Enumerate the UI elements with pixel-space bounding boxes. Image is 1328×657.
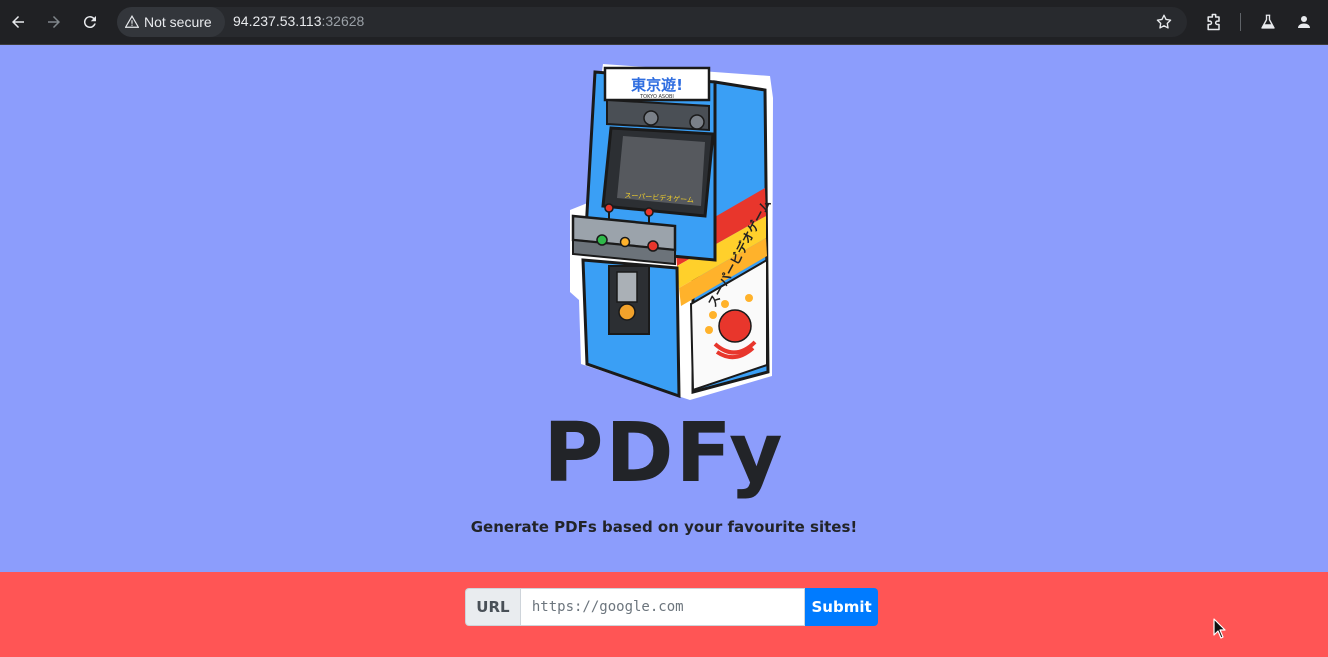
security-label: Not secure	[144, 14, 212, 30]
url-host: 94.237.53.113	[233, 13, 322, 29]
star-icon[interactable]	[1155, 13, 1173, 31]
back-arrow-icon	[12, 16, 24, 28]
forward-button[interactable]	[43, 11, 65, 33]
labs-button[interactable]	[1258, 12, 1278, 32]
arcade-cabinet-logo: スーパービデオゲーム 東京遊! TOKYO ASOBI スーパービデオゲーム	[570, 64, 774, 400]
marquee-subtext: TOKYO ASOBI	[639, 94, 674, 100]
url-port: :32628	[321, 13, 365, 29]
url-form-section: URL Submit	[0, 572, 1328, 657]
address-bar[interactable]: Not secure 94.237.53.113:32628	[117, 7, 1187, 37]
forward-arrow-icon	[48, 16, 60, 28]
labs-flask-icon	[1261, 14, 1275, 29]
profile-icon	[1298, 16, 1310, 28]
url-text[interactable]: 94.237.53.113:32628	[233, 13, 364, 29]
back-button[interactable]	[7, 11, 29, 33]
marquee-text: 東京遊!	[631, 76, 683, 94]
url-form: URL Submit	[465, 588, 878, 626]
security-chip[interactable]: Not secure	[117, 7, 225, 37]
page-title: PDFy	[543, 406, 785, 501]
profile-button[interactable]	[1294, 12, 1314, 32]
extensions-icon	[1207, 13, 1220, 31]
reload-icon	[83, 16, 96, 29]
browser-toolbar: Not secure 94.237.53.113:32628	[0, 0, 1328, 45]
submit-button[interactable]: Submit	[805, 588, 878, 626]
toolbar-divider	[1240, 13, 1241, 31]
extensions-button[interactable]	[1204, 12, 1224, 32]
url-input[interactable]	[519, 588, 806, 626]
hero-section: スーパービデオゲーム 東京遊! TOKYO ASOBI スーパービデオゲーム P…	[0, 46, 1328, 572]
url-label: URL	[465, 588, 520, 626]
mouse-cursor-icon	[1213, 618, 1226, 639]
reload-button[interactable]	[79, 11, 101, 33]
warning-icon	[125, 15, 139, 28]
page-subtitle: Generate PDFs based on your favourite si…	[470, 518, 858, 536]
